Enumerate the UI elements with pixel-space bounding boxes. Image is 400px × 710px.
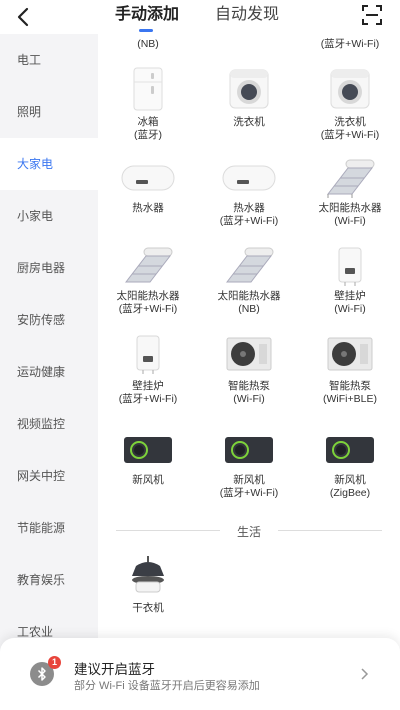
product-label: 新风机: [233, 474, 265, 486]
product-sublabel: (NB): [238, 303, 260, 315]
top-bar: 手动添加 自动发现: [0, 0, 400, 34]
sidebar-item-energy[interactable]: 节能能源: [0, 502, 98, 554]
fresh-air-icon: [225, 437, 273, 463]
product-label: 热水器: [132, 202, 164, 214]
product-item[interactable]: 智能热泵 (WiFi+BLE): [300, 332, 400, 406]
product-label: 太阳能热水器: [318, 202, 382, 214]
product-item[interactable]: 冰箱 (蓝牙): [98, 64, 198, 142]
product-label: 洗衣机: [233, 116, 265, 128]
scan-icon[interactable]: [361, 4, 383, 26]
fridge-icon: [133, 67, 163, 111]
product-item[interactable]: 干衣机: [98, 554, 198, 615]
sidebar-item-video-monitoring[interactable]: 视频监控: [0, 398, 98, 450]
product-item[interactable]: 热水器 (蓝牙+Wi-Fi): [199, 156, 299, 228]
active-tab-indicator: [139, 29, 153, 32]
sidebar-item-small-appliances[interactable]: 小家电: [0, 190, 98, 242]
product-sublabel: (Wi-Fi): [334, 303, 366, 315]
product-item-partial[interactable]: (蓝牙+Wi-Fi): [300, 38, 400, 51]
product-label: 太阳能热水器: [217, 290, 281, 302]
product-label: 智能热泵: [228, 380, 270, 392]
product-item[interactable]: 新风机: [98, 432, 198, 487]
product-sublabel: (Wi-Fi): [334, 215, 366, 227]
product-grid: (NB) (蓝牙+Wi-Fi) 冰箱 (蓝牙) 洗衣机 洗衣机 (蓝牙+Wi-F…: [98, 34, 400, 710]
sidebar-item-gateway[interactable]: 网关中控: [0, 450, 98, 502]
boiler-icon: [338, 247, 362, 286]
product-sublabel: (WiFi+BLE): [323, 393, 377, 405]
fresh-air-icon: [326, 437, 374, 463]
product-item[interactable]: 智能热泵 (Wi-Fi): [199, 332, 299, 406]
section-divider-right: [278, 530, 382, 531]
product-label: 太阳能热水器: [116, 290, 180, 302]
solar-heater-icon: [124, 247, 173, 283]
product-label: 热水器: [233, 202, 265, 214]
product-item[interactable]: 洗衣机 (蓝牙+Wi-Fi): [300, 64, 400, 142]
sidebar-item-electrician[interactable]: 电工: [0, 34, 98, 86]
solar-heater-icon: [326, 159, 375, 198]
tip-subtitle: 部分 Wi-Fi 设备蓝牙开启后更容易添加: [74, 680, 260, 692]
product-label: 洗衣机: [334, 116, 366, 128]
product-label-partial: (NB): [137, 38, 159, 50]
product-item[interactable]: 太阳能热水器 (NB): [199, 244, 299, 316]
heat-pump-icon: [226, 337, 272, 371]
product-item[interactable]: 新风机 (蓝牙+Wi-Fi): [199, 432, 299, 500]
product-sublabel: (蓝牙+Wi-Fi): [320, 129, 380, 141]
product-label: 新风机: [132, 474, 164, 486]
product-label: 壁挂炉: [132, 380, 164, 392]
tab-manual-add[interactable]: 手动添加: [115, 5, 179, 25]
solar-heater-icon: [225, 247, 274, 283]
water-heater-icon: [121, 165, 175, 191]
tip-title: 建议开启蓝牙: [74, 662, 155, 677]
product-sublabel: (蓝牙+Wi-Fi): [219, 215, 279, 227]
heat-pump-icon: [327, 337, 373, 371]
back-arrow-icon[interactable]: [12, 5, 36, 29]
sidebar-item-kitchen[interactable]: 厨房电器: [0, 242, 98, 294]
tab-auto-discover[interactable]: 自动发现: [215, 5, 279, 25]
product-sublabel: (蓝牙+Wi-Fi): [219, 487, 279, 499]
washer-icon: [330, 69, 370, 109]
product-label: 干衣机: [132, 602, 164, 614]
product-sublabel: (ZigBee): [329, 487, 371, 499]
sidebar-item-lighting[interactable]: 照明: [0, 86, 98, 138]
product-sublabel: (蓝牙+Wi-Fi): [118, 393, 178, 405]
notification-badge: 1: [48, 656, 61, 669]
product-item[interactable]: 壁挂炉 (Wi-Fi): [300, 244, 400, 316]
dryer-icon: [132, 556, 164, 593]
product-item[interactable]: 热水器: [98, 156, 198, 215]
product-label: 智能热泵: [329, 380, 371, 392]
fresh-air-icon: [124, 437, 172, 463]
product-sublabel: (蓝牙): [134, 129, 162, 141]
product-item[interactable]: 太阳能热水器 (蓝牙+Wi-Fi): [98, 244, 198, 316]
product-item[interactable]: 洗衣机: [199, 64, 299, 129]
sidebar-item-sports-health[interactable]: 运动健康: [0, 346, 98, 398]
chevron-right-icon[interactable]: [359, 667, 369, 681]
washer-icon: [229, 69, 269, 109]
sidebar-item-education[interactable]: 教育娱乐: [0, 554, 98, 606]
section-title-life: 生活: [236, 525, 261, 539]
product-item[interactable]: 太阳能热水器 (Wi-Fi): [300, 156, 400, 228]
product-item-partial[interactable]: (NB): [98, 38, 198, 51]
bluetooth-tip-card[interactable]: 1 建议开启蓝牙 部分 Wi-Fi 设备蓝牙开启后更容易添加: [0, 638, 400, 710]
product-label: 壁挂炉: [334, 290, 366, 302]
product-item[interactable]: 新风机 (ZigBee): [300, 432, 400, 500]
product-label: 新风机: [334, 474, 366, 486]
product-label-partial: (蓝牙+Wi-Fi): [320, 38, 380, 50]
product-item[interactable]: 壁挂炉 (蓝牙+Wi-Fi): [98, 332, 198, 406]
water-heater-icon: [222, 165, 276, 191]
category-sidebar[interactable]: 电工 照明 大家电 小家电 厨房电器 安防传感 运动健康 视频监控 网关中控 节…: [0, 34, 98, 710]
boiler-icon: [136, 335, 160, 374]
product-label: 冰箱: [137, 116, 159, 128]
sidebar-item-security-sensors[interactable]: 安防传感: [0, 294, 98, 346]
sidebar-item-large-appliances[interactable]: 大家电: [0, 138, 98, 190]
product-sublabel: (Wi-Fi): [233, 393, 265, 405]
product-sublabel: (蓝牙+Wi-Fi): [118, 303, 178, 315]
